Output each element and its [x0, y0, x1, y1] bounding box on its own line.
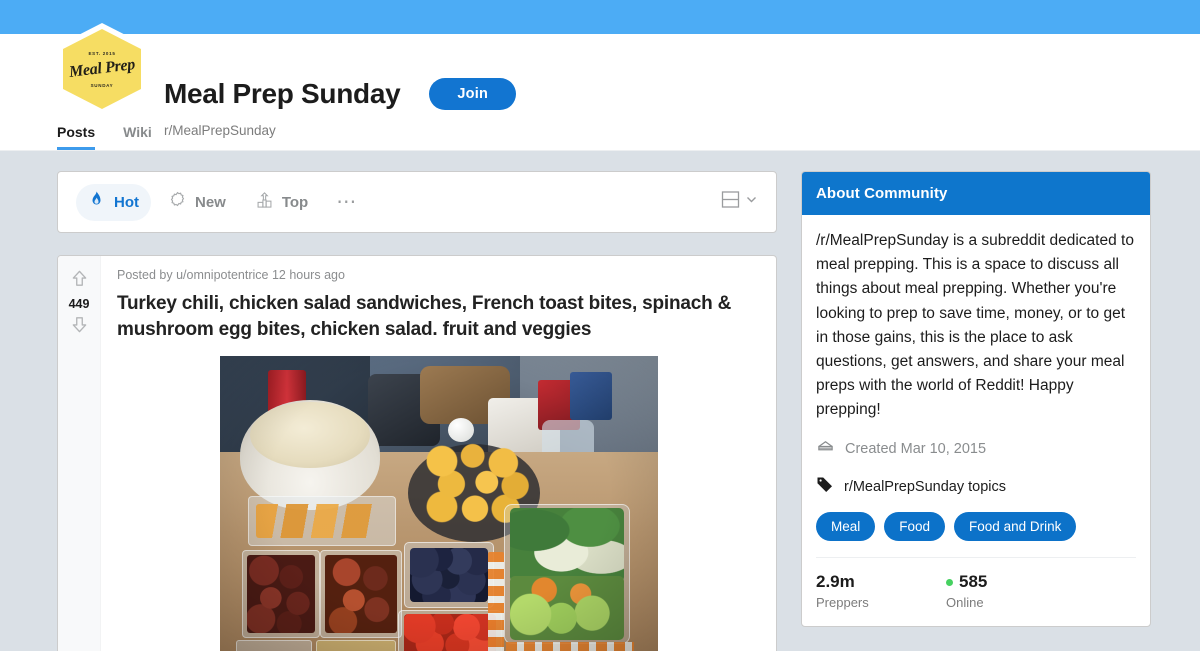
sort-more-button[interactable]: ⋯ [326, 192, 367, 212]
sidebar: About Community /r/MealPrepSunday is a s… [801, 171, 1151, 628]
community-tabs: Posts Wiki [57, 124, 152, 150]
downvote-arrow-icon[interactable] [70, 315, 89, 339]
about-community-body: /r/MealPrepSunday is a subreddit dedicat… [802, 215, 1150, 626]
tab-wiki[interactable]: Wiki [123, 124, 152, 150]
post-image[interactable] [219, 356, 658, 651]
online-status-dot [946, 578, 953, 586]
sort-option-hot[interactable]: Hot [76, 183, 151, 221]
about-community-card: About Community /r/MealPrepSunday is a s… [801, 171, 1151, 628]
flame-icon [88, 191, 105, 214]
cake-icon [816, 437, 835, 460]
tag-icon [816, 475, 834, 498]
tab-posts[interactable]: Posts [57, 124, 96, 150]
chevron-down-icon [745, 193, 758, 211]
post-image-wrap [117, 356, 760, 651]
sort-option-hot-label: Hot [114, 193, 139, 211]
stat-online: 585 Online [946, 572, 1076, 610]
topic-pill-food-and-drink[interactable]: Food and Drink [954, 512, 1077, 542]
sort-option-new-label: New [195, 193, 226, 211]
vote-count: 449 [68, 297, 90, 311]
topic-pill-meal[interactable]: Meal [816, 512, 876, 542]
topics-label: r/MealPrepSunday topics [844, 478, 1006, 495]
about-community-header: About Community [802, 172, 1150, 215]
logo-main-text: Meal Prep [68, 55, 136, 81]
topic-pill-food[interactable]: Food [884, 512, 946, 542]
created-row: Created Mar 10, 2015 [816, 437, 1136, 460]
vote-column: 449 [58, 256, 101, 651]
top-banner [0, 0, 1200, 34]
community-description: /r/MealPrepSunday is a subreddit dedicat… [816, 232, 1134, 419]
online-count: 585 [959, 572, 988, 592]
created-date: Created Mar 10, 2015 [845, 440, 987, 457]
online-label: Online [946, 595, 984, 611]
community-logo[interactable]: EST. 2015 Meal Prep SUNDAY [57, 23, 147, 115]
preppers-count: 2.9m [816, 572, 855, 592]
logo-top-text: EST. 2015 [88, 50, 116, 56]
topic-pills: Meal Food Food and Drink [816, 512, 1136, 542]
topics-row: r/MealPrepSunday topics [816, 475, 1136, 498]
preppers-label: Preppers [816, 595, 869, 611]
join-button[interactable]: Join [429, 78, 516, 110]
sort-bar: Hot New Top ⋯ [57, 171, 777, 233]
logo-bottom-text: SUNDAY [90, 82, 114, 88]
title-row: Meal Prep Sunday Join [164, 78, 516, 110]
online-count-wrap: 585 [946, 572, 1076, 592]
post-title[interactable]: Turkey chili, chicken salad sandwiches, … [117, 291, 760, 342]
sort-option-new[interactable]: New [157, 184, 238, 220]
community-subtitle: r/MealPrepSunday [164, 123, 276, 138]
post-feed: Hot New Top ⋯ 449 Posted by u/omnipotent… [57, 171, 777, 651]
sort-option-top-label: Top [281, 193, 309, 211]
upvote-arrow-icon[interactable] [70, 269, 89, 293]
post-body: Posted by u/omnipotentrice 12 hours ago … [101, 256, 776, 651]
community-stats: 2.9m Preppers 585 Online [816, 558, 1136, 626]
sparkle-icon [169, 191, 186, 213]
stat-preppers: 2.9m Preppers [816, 572, 946, 610]
community-header: EST. 2015 Meal Prep SUNDAY Meal Prep Sun… [0, 23, 1200, 151]
post-meta[interactable]: Posted by u/omnipotentrice 12 hours ago [117, 268, 760, 282]
sort-option-top[interactable]: Top [244, 184, 320, 220]
main-content: Hot New Top ⋯ 449 Posted by u/omnipotent… [0, 151, 1200, 651]
view-mode-toggle[interactable] [720, 189, 758, 215]
page-title: Meal Prep Sunday [164, 78, 401, 109]
card-view-icon [720, 189, 741, 215]
podium-icon [256, 191, 273, 213]
post-card[interactable]: 449 Posted by u/omnipotentrice 12 hours … [57, 255, 777, 651]
photo-vignette [219, 356, 658, 651]
